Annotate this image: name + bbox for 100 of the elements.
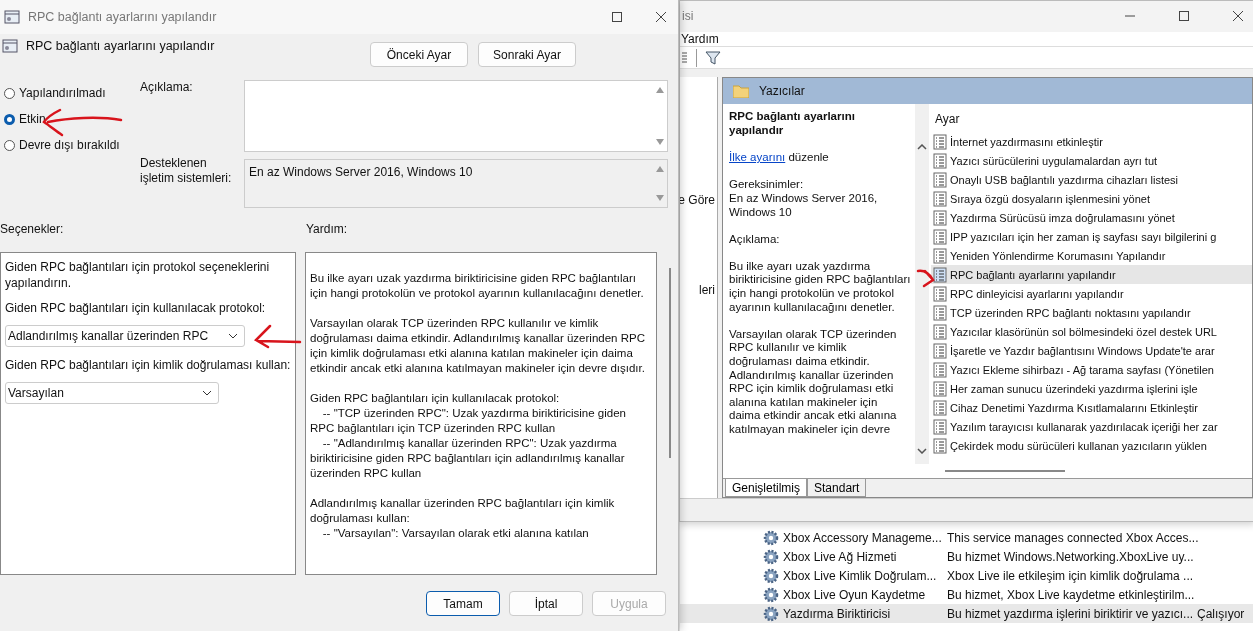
radio-label[interactable]: Yapılandırılmadı: [19, 86, 106, 100]
requirements-text: Gereksinimler: En az Windows Server 2016, Windows 10: [729, 178, 879, 220]
radio-label[interactable]: Devre dışı bırakıldı: [19, 138, 120, 152]
scroll-up-icon[interactable]: [917, 144, 927, 151]
description-label: Açıklama:: [729, 232, 781, 247]
policy-icon: [933, 171, 947, 188]
service-status: Çalışıyor: [1197, 606, 1245, 621]
view-tab[interactable]: Standart: [807, 479, 867, 498]
description-text: Varsayılan olarak TCP üzerinden RPC kullanılır ve kimlik doğrulaması daima etkindir. Adlandırılmış kanallar üzerinden RPC için kimlik doğrulaması etki alanına katılan makineler için daima etkindir ancak etki alanına katılmayan makineler için devre: [729, 327, 898, 437]
gear-icon: [763, 529, 779, 546]
service-row[interactable]: Xbox Accessory Manageme... This service manages connected Xbox Acces...: [680, 528, 1253, 547]
setting-item[interactable]: Her zaman sunucu üzerindeki yazdırma işlerini işle: [931, 379, 1252, 399]
radio-button[interactable]: [4, 87, 15, 99]
service-name: Xbox Live Ağ Hizmeti: [783, 549, 898, 564]
policy-icon: [933, 152, 947, 169]
radio-label[interactable]: Etkin: [19, 112, 46, 126]
scroll-down-icon[interactable]: [917, 448, 927, 455]
setting-item[interactable]: Sıraya özgü dosyaların işlenmesini yönet: [931, 189, 1252, 209]
dialog-button[interactable]: Tamam: [426, 591, 500, 616]
policy-icon: [933, 190, 947, 207]
policy-icon: [933, 418, 947, 435]
nav-button[interactable]: Önceki Ayar: [370, 42, 468, 67]
folder-icon: [733, 84, 749, 99]
setting-item[interactable]: İşaretle ve Yazdır bağlantısını Windows Update'te arar: [931, 341, 1252, 361]
scroll-up-icon[interactable]: [656, 87, 664, 93]
policy-icon: [933, 437, 947, 454]
maximize-icon[interactable]: [1179, 11, 1189, 22]
service-name: Yazdırma Biriktiricisi: [783, 606, 892, 621]
window-title: RPC bağlantı ayarlarını yapılandır: [28, 10, 217, 24]
policy-icon: [933, 133, 947, 150]
setting-title: RPC bağlantı ayarlarını yapılandır: [26, 39, 215, 53]
setting-item[interactable]: IPP yazıcıları için her zaman iş sayfası sayı bilgilerini g: [931, 227, 1252, 247]
help-paragraph: Bu ilke ayarı uzak yazdırma biriktiricisine giden RPC bağlantıları için hangi protokolün ve protokol ayarının kullanılacağını denetler.: [310, 271, 645, 301]
caret-icon: [202, 390, 212, 396]
scroll-down-icon[interactable]: [656, 139, 664, 145]
setting-item[interactable]: Cihaz Denetimi Yazdırma Kısıtlamalarını Etkinleştir: [931, 398, 1252, 418]
setting-item[interactable]: RPC dinleyicisi ayarlarını yapılandır: [931, 284, 1252, 304]
scrollbar-thumb[interactable]: [669, 268, 671, 458]
setting-title: RPC bağlantı ayarlarını yapılandır: [729, 110, 856, 138]
service-row[interactable]: Xbox Live Kimlik Doğrulam... Xbox Live ile etkileşim için kimlik doğrulama ...: [680, 566, 1253, 585]
edit-setting-text: İlke ayarını düzenle: [729, 151, 830, 165]
menu-item[interactable]: Yardım: [681, 31, 719, 46]
setting-item[interactable]: Yazılım tarayıcısı kullanarak yazdırılacak içeriği her zar: [931, 417, 1252, 437]
service-description: Bu hizmet, Xbox Live kaydetme etkinleştirilm...: [947, 587, 1196, 602]
option-label: Giden RPC bağlantıları için protokol seçeneklerini yapılandırın.: [5, 259, 271, 291]
window-title: isi: [682, 9, 694, 24]
policy-icon: [933, 323, 947, 340]
setting-item[interactable]: Onaylı USB bağlantılı yazdırma cihazları listesi: [931, 170, 1252, 190]
close-icon[interactable]: [656, 12, 666, 22]
setting-item[interactable]: Yazıcı Ekleme sihirbazı - Ağ tarama sayfası (Yönetilen: [931, 360, 1252, 380]
gear-icon: [763, 586, 779, 603]
gear-icon: [763, 548, 779, 565]
dialog-button[interactable]: İptal: [509, 591, 583, 616]
service-description: Bu hizmet yazdırma işlerini biriktirir ve yazıcı...: [947, 606, 1195, 621]
supported-label: Desteklenen işletim sistemleri:: [140, 156, 233, 186]
setting-item[interactable]: Çekirdek modu sürücüleri kullanan yazıcıların yüklen: [931, 436, 1252, 456]
tree-item[interactable]: leri: [699, 283, 715, 298]
close-icon[interactable]: [1233, 11, 1243, 22]
setting-item[interactable]: İnternet yazdırmasını etkinleştir: [931, 132, 1252, 152]
gear-icon: [763, 567, 779, 584]
dropdown[interactable]: Adlandırılmış kanallar üzerinden RPC: [5, 325, 246, 347]
setting-item[interactable]: Yazıcılar klasörünün sol bölmesindeki özel destek URL: [931, 322, 1252, 342]
help-paragraph: Varsayılan olarak TCP üzerinden RPC kullanılır ve kimlik doğrulaması daima etkindir. Adlandırılmış kanallar üzerinden RPC için kimlik doğrulaması etki alanına katılan makineler için daima etkindir ancak etki alanına katılmayan makineler için devre dışıdır.: [310, 316, 646, 376]
service-row[interactable]: Xbox Live Ağ Hizmeti Bu hizmet Windows.Networking.XboxLive uy...: [680, 547, 1253, 566]
maximize-icon[interactable]: [612, 12, 622, 22]
setting-item[interactable]: TCP üzerinden RPC bağlantı noktasını yapılandır: [931, 303, 1252, 323]
setting-item[interactable]: Yazıcı sürücülerini uygulamalardan ayrı tut: [931, 151, 1252, 171]
toolbar-icon[interactable]: [682, 49, 688, 66]
description-text: Bu ilke ayarı uzak yazdırma biriktiricisine giden RPC bağlantıları için hangi protokolün ve protokol ayarının kullanılacağını denetler.: [729, 259, 911, 315]
annotation-arrow: [916, 269, 935, 288]
help-label: Yardım:: [306, 222, 348, 238]
nav-button[interactable]: Sonraki Ayar: [478, 42, 576, 67]
radio-button[interactable]: [4, 139, 15, 151]
policy-icon: [933, 399, 947, 416]
policy-icon: [933, 228, 947, 245]
filter-icon[interactable]: [705, 49, 721, 66]
minimize-icon[interactable]: [1125, 15, 1135, 18]
comment-field[interactable]: [244, 80, 668, 152]
annotation-arrow: [253, 324, 302, 349]
policy-icon: [933, 304, 947, 321]
service-row[interactable]: Xbox Live Oyun Kaydetme Bu hizmet, Xbox Live kaydetme etkinleştirilm...: [680, 585, 1253, 604]
policy-icon: [933, 285, 947, 302]
setting-item[interactable]: RPC bağlantı ayarlarını yapılandır: [931, 265, 1252, 285]
policy-icon: [933, 380, 947, 397]
radio-button[interactable]: [4, 113, 15, 125]
setting-item[interactable]: Yazdırma Sürücüsü imza doğrulamasını yönet: [931, 208, 1252, 228]
column-header[interactable]: Ayar: [931, 110, 1252, 133]
help-paragraph: Adlandırılmış kanallar üzerinden RPC bağlantıları için kimlik doğrulaması kullan: -- "Varsayılan": Varsayılan olarak etki alanına katılan: [310, 496, 616, 541]
setting-item[interactable]: Yeniden Yönlendirme Korumasını Yapılandır: [931, 246, 1252, 266]
service-row[interactable]: Yazdırma Biriktiricisi Bu hizmet yazdırma işlerini biriktirir ve yazıcı... Çalışıyor: [680, 604, 1253, 623]
edit-link[interactable]: İlke ayarını: [729, 151, 786, 164]
policy-icon: [933, 247, 947, 264]
scrollbar-thumb[interactable]: [945, 470, 1065, 473]
service-description: Bu hizmet Windows.Networking.XboxLive uy...: [947, 549, 1195, 564]
dropdown[interactable]: Varsayılan: [5, 382, 219, 404]
help-paragraph: Giden RPC bağlantıları için kullanılacak protokol: -- "TCP üzerinden RPC": Uzak yazdırma biriktiricisine giden RPC bağlantıları için TCP üzerinden RPC kullan -- "Adlandırılmış kanallar üzerinden RPC": Uzak yazdırma biriktiricisine giden RPC bağlantıları için adlandırılmış kanallar üzerinden RPC kullan: [310, 391, 627, 481]
view-tab[interactable]: Genişletilmiş: [725, 479, 807, 498]
options-label: Seçenekler:: [0, 222, 65, 238]
service-name: Xbox Live Oyun Kaydetme: [783, 587, 927, 602]
policy-icon: [933, 266, 947, 283]
